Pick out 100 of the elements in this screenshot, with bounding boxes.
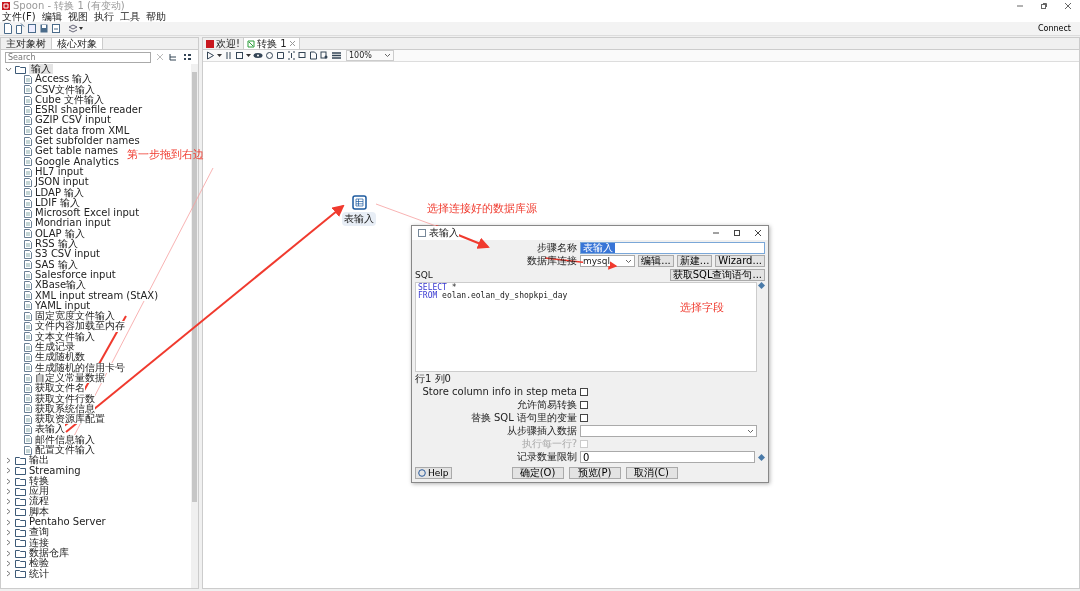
table-step-icon[interactable] <box>352 195 367 210</box>
tree-item[interactable]: 文本文件输入 <box>35 331 95 342</box>
chevron-icon[interactable] <box>5 467 12 475</box>
tree-folder[interactable]: 统计 <box>29 568 49 579</box>
tree-item[interactable]: Access 输入 <box>35 74 93 85</box>
chevron-icon[interactable] <box>5 539 12 547</box>
collapse-tree-icon[interactable] <box>183 52 192 62</box>
dialog-button[interactable]: 取消(C) <box>625 467 678 479</box>
restore-icon[interactable] <box>1040 1 1048 10</box>
tree-folder[interactable]: 输出 <box>29 455 49 466</box>
tab-label[interactable]: 欢迎! <box>216 38 240 49</box>
tree-folder[interactable]: 检验 <box>29 558 49 569</box>
help-button[interactable]: Help <box>415 467 452 479</box>
tree-item[interactable]: 文件内容加载至内存 <box>35 321 125 332</box>
tree-item[interactable]: HL7 input <box>35 166 84 178</box>
chevron-icon[interactable] <box>5 570 12 578</box>
step-name-field[interactable]: 表输入 <box>580 242 765 254</box>
chevron-icon[interactable] <box>5 487 12 495</box>
preview-icon[interactable] <box>253 51 263 60</box>
menu-item[interactable]: 编辑 <box>41 11 62 22</box>
menu-item[interactable]: 执行 <box>93 11 114 22</box>
zoom-dropdown[interactable]: 100% <box>346 50 394 61</box>
stop-icon[interactable] <box>235 51 244 60</box>
tree-item[interactable]: 生成随机数 <box>35 352 85 363</box>
open-file-icon[interactable] <box>15 23 25 34</box>
dialog-button[interactable]: 确定(O) <box>511 467 564 479</box>
connection-button[interactable]: Wizard... <box>715 255 765 267</box>
tree-item[interactable]: Get table names <box>35 146 119 157</box>
tree-folder[interactable]: 连接 <box>29 537 49 548</box>
panel-tab[interactable]: 核心对象 <box>52 38 103 49</box>
caret-icon[interactable] <box>217 51 222 60</box>
menu-item[interactable]: 帮助 <box>145 11 166 22</box>
maximize-icon[interactable] <box>733 229 741 237</box>
chevron-icon[interactable] <box>5 65 12 73</box>
chevron-icon[interactable] <box>5 518 12 526</box>
tree-item[interactable]: ESRI shapefile reader <box>35 105 143 116</box>
tree-item[interactable]: 获取资源库配置 <box>35 414 105 425</box>
chevron-icon[interactable] <box>5 456 12 464</box>
tree-item[interactable]: Microsoft Excel input <box>35 208 140 219</box>
get-sql-button[interactable]: 获取SQL查询语句... <box>669 268 765 281</box>
minimize-icon[interactable] <box>712 229 720 237</box>
checkbox[interactable] <box>580 388 588 396</box>
checkbox[interactable] <box>580 401 588 409</box>
new-file-icon[interactable] <box>3 23 13 34</box>
tree-item[interactable]: 自定义常量数据 <box>35 372 105 384</box>
tree-item[interactable]: OLAP 输入 <box>35 228 85 240</box>
expand-tree-icon[interactable] <box>169 52 178 62</box>
close-icon[interactable] <box>1064 1 1072 10</box>
tree-item[interactable]: S3 CSV input <box>35 249 100 260</box>
tree-folder[interactable]: 输入 <box>29 64 53 75</box>
layers-icon[interactable] <box>68 23 84 34</box>
checkbox[interactable] <box>580 414 588 422</box>
connection-button[interactable]: 新建... <box>676 255 713 267</box>
tree-folder[interactable]: Pentaho Server <box>29 517 106 528</box>
tree-item[interactable]: XBase输入 <box>35 280 87 291</box>
tree-item[interactable]: Get subfolder names <box>35 136 140 147</box>
close-icon[interactable] <box>754 229 762 237</box>
tree-item[interactable]: 获取文件名 <box>35 383 85 394</box>
tree-item[interactable]: JSON input <box>35 177 89 188</box>
tree-folder[interactable]: 脚本 <box>29 506 49 518</box>
search-field[interactable]: Search <box>5 51 151 63</box>
tree-item[interactable]: XML input stream (StAX) <box>35 290 159 301</box>
chevron-icon[interactable] <box>5 508 12 516</box>
menu-item[interactable]: 文件(F) <box>2 11 36 22</box>
editor-tab[interactable]: 转换 1 <box>244 38 300 49</box>
tree-item[interactable]: Google Analytics <box>35 156 119 167</box>
tree-folder[interactable]: 应用 <box>29 486 49 497</box>
tree-item[interactable]: RSS 输入 <box>35 239 78 250</box>
grid-icon[interactable] <box>331 51 342 60</box>
tree-folder[interactable]: Streaming <box>29 465 81 476</box>
save-icon[interactable] <box>39 23 49 34</box>
tree-item[interactable]: Cube 文件输入 <box>35 94 104 106</box>
tree-item[interactable]: 表输入 <box>35 424 65 435</box>
tree-item[interactable]: Mondrian input <box>35 218 111 229</box>
tree-folder[interactable]: 流程 <box>29 496 49 507</box>
caret-icon[interactable] <box>246 51 251 60</box>
chevron-icon[interactable] <box>5 477 12 485</box>
tree-folder[interactable]: 查询 <box>29 527 49 538</box>
tree-folder[interactable]: 数据仓库 <box>29 547 69 559</box>
tree-item[interactable]: GZIP CSV input <box>35 115 111 126</box>
tree-item[interactable]: LDAP 输入 <box>35 187 85 198</box>
tree-item[interactable]: SAS 输入 <box>35 259 78 270</box>
connection-dropdown[interactable]: mysql <box>580 255 636 267</box>
tree-item[interactable]: 邮件信息输入 <box>35 434 95 445</box>
menu-item[interactable]: 视图 <box>67 11 88 22</box>
tree-item[interactable]: Get data from XML <box>35 125 130 137</box>
tree-item[interactable]: Salesforce input <box>35 269 116 281</box>
menu-item[interactable]: 工具 <box>119 11 140 22</box>
tree-item[interactable]: LDIF 输入 <box>35 197 81 209</box>
tree-item[interactable]: 生成随机的信用卡号 <box>35 362 125 373</box>
connect-button[interactable]: Connect <box>1031 24 1077 33</box>
chevron-icon[interactable] <box>5 529 12 536</box>
tree-item[interactable]: 获取文件行数 <box>35 393 95 404</box>
tab-label[interactable]: 转换 1 <box>257 38 287 49</box>
document-icon[interactable] <box>27 23 37 34</box>
limit-field[interactable]: 0 <box>580 451 755 463</box>
chevron-icon[interactable] <box>5 498 12 506</box>
tree-folder[interactable]: 转换 <box>29 475 49 487</box>
chevron-icon[interactable] <box>5 559 12 567</box>
tree-item[interactable]: CSV文件输入 <box>35 84 96 95</box>
